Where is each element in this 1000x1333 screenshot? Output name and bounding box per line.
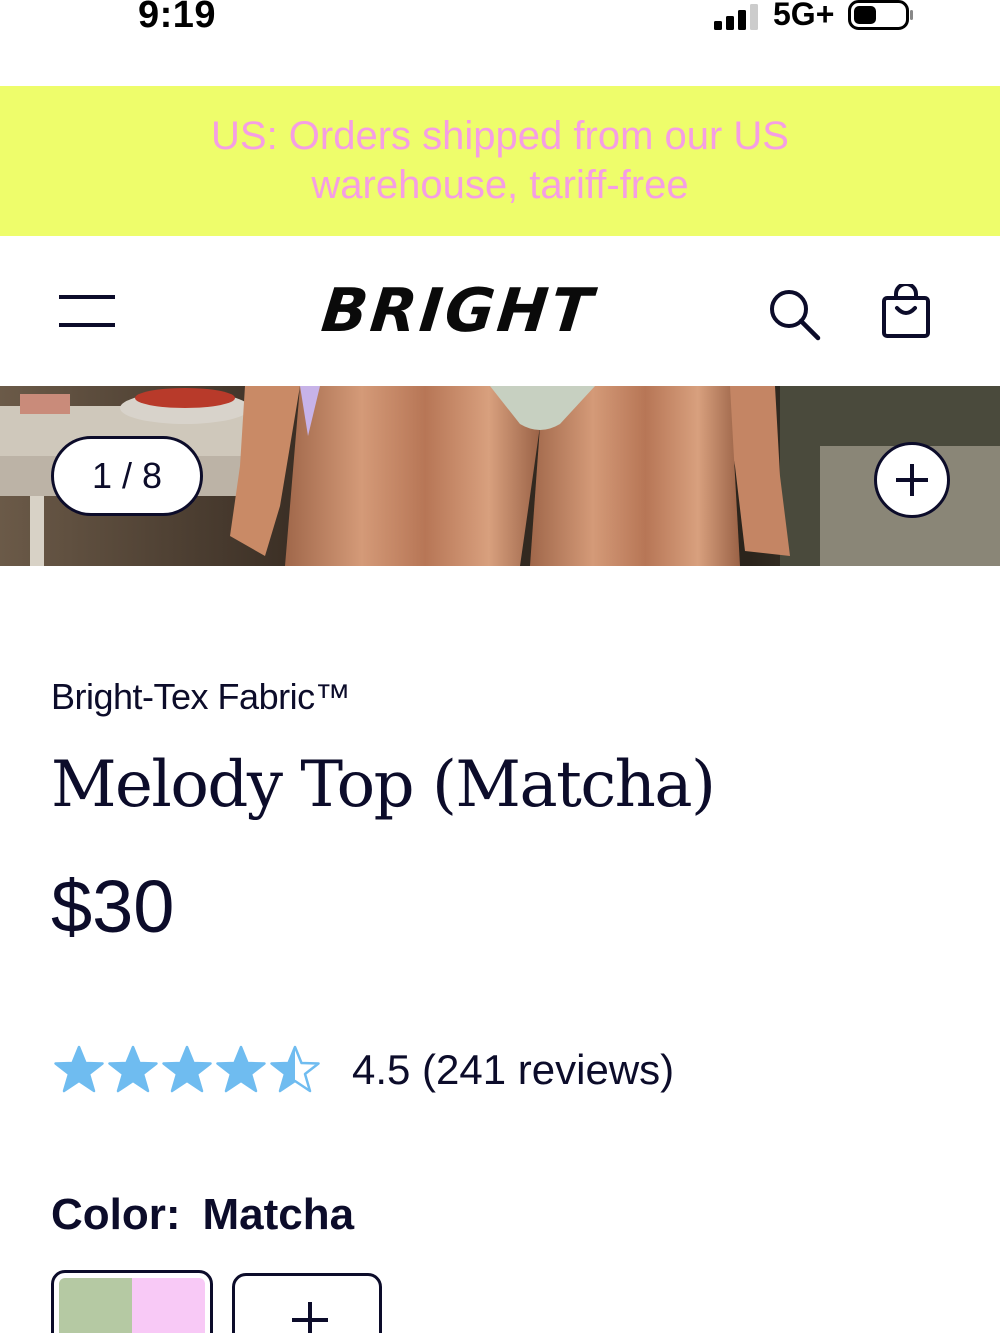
status-time: 9:19 (138, 0, 217, 36)
rating-stars (52, 1044, 322, 1096)
swatch-color-b (132, 1278, 205, 1333)
more-colors-button[interactable] (232, 1273, 382, 1333)
signal-icon (714, 4, 758, 30)
product-fabric: Bright-Tex Fabric™ (51, 676, 351, 717)
star-full-icon (54, 1045, 104, 1093)
site-header: BRIGHT (0, 236, 1000, 386)
network-label: 5G+ (773, 0, 835, 32)
hamburger-icon (59, 295, 115, 327)
swatch-color-a (59, 1278, 132, 1333)
star-full-icon (216, 1045, 266, 1093)
zoom-button[interactable] (874, 442, 950, 518)
rating-text: 4.5 (241 reviews) (352, 1046, 675, 1093)
color-swatch-matcha[interactable] (51, 1270, 213, 1333)
product-title: Melody Top (Matcha) (51, 748, 716, 822)
status-bar: 9:19 5G+ (0, 0, 1000, 86)
search-icon (770, 290, 821, 341)
image-counter: 1 / 8 (51, 436, 203, 516)
announcement-text: US: Orders shipped from our US warehouse… (211, 114, 789, 207)
product-gallery[interactable]: 1 / 8 (0, 386, 1000, 566)
announcement-banner[interactable]: US: Orders shipped from our US warehouse… (0, 86, 1000, 236)
swatch-colors (59, 1278, 205, 1333)
product-price: $30 (51, 865, 175, 948)
plus-icon (896, 464, 928, 496)
color-value: Matcha (202, 1190, 355, 1239)
star-full-icon (108, 1045, 158, 1093)
color-selector-label: Color: Matcha (51, 1190, 354, 1240)
search-button[interactable] (766, 286, 822, 342)
shopping-bag-icon (882, 282, 930, 338)
product-rating[interactable]: 4.5 (241 reviews) (52, 1042, 674, 1098)
battery-icon (848, 0, 913, 30)
brand-logo[interactable]: BRIGHT (318, 276, 598, 346)
star-full-icon (162, 1045, 212, 1093)
color-label: Color: (51, 1190, 181, 1239)
cart-button[interactable] (880, 282, 932, 340)
plus-icon (292, 1302, 328, 1333)
star-half-icon (270, 1045, 320, 1093)
menu-button[interactable] (56, 291, 118, 331)
